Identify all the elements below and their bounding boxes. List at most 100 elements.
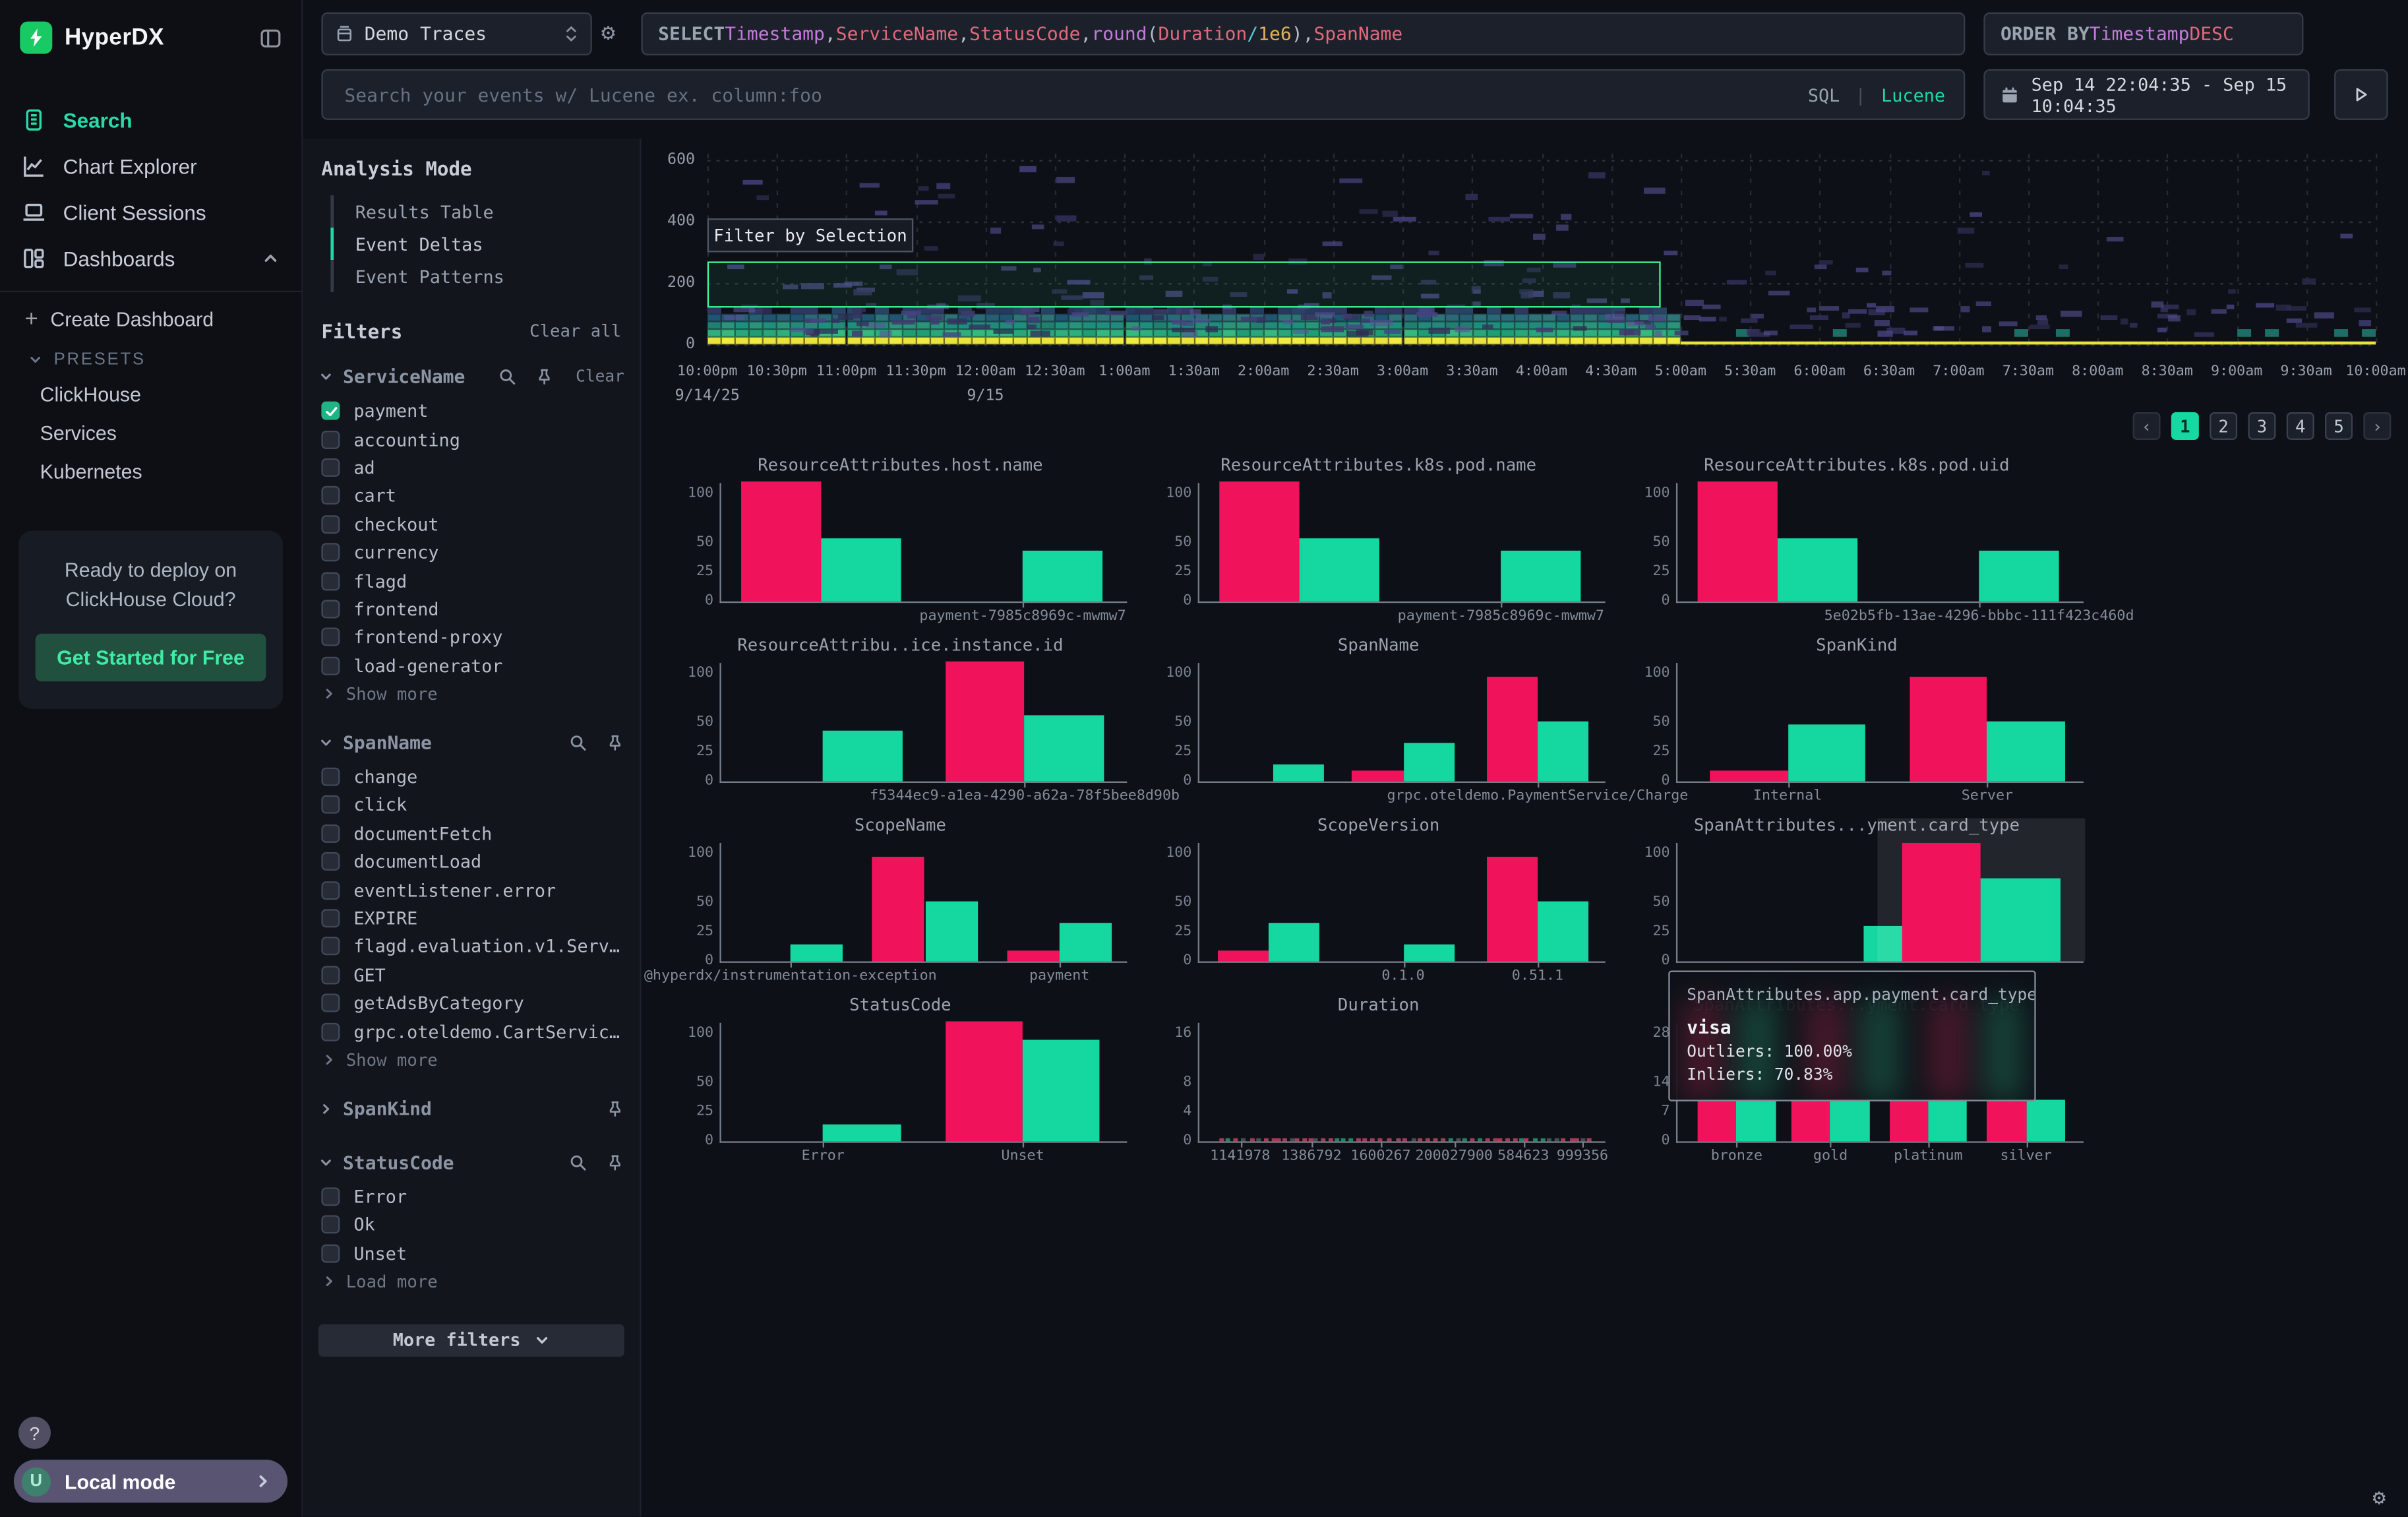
page-button-4[interactable]: 4 <box>2287 412 2314 440</box>
filter-option-expire[interactable]: EXPIRE <box>318 904 624 933</box>
inlier-bar[interactable] <box>1501 551 1580 601</box>
outlier-bar[interactable] <box>1910 676 1987 781</box>
checkbox[interactable] <box>321 1187 340 1206</box>
outlier-bar[interactable] <box>1791 1099 1830 1141</box>
create-dashboard-button[interactable]: + Create Dashboard <box>0 292 301 337</box>
pin-icon[interactable] <box>535 367 554 386</box>
page-button-3[interactable]: 3 <box>2248 412 2275 440</box>
outlier-bar[interactable] <box>946 1022 1023 1142</box>
filter-option-cart[interactable]: cart <box>318 481 624 510</box>
pin-icon[interactable] <box>606 733 624 752</box>
analysis-mode-event-patterns[interactable]: Event Patterns <box>330 260 624 292</box>
load-more-button[interactable]: Load more <box>318 1268 624 1297</box>
inlier-bar[interactable] <box>1737 1099 1776 1141</box>
pin-icon[interactable] <box>606 1099 624 1118</box>
inlier-bar[interactable] <box>1403 743 1454 781</box>
get-started-button[interactable]: Get Started for Free <box>36 634 266 681</box>
checkbox[interactable] <box>321 994 340 1012</box>
outlier-bar[interactable] <box>1487 856 1538 961</box>
search-icon[interactable] <box>498 367 517 386</box>
lang-toggle-lucene[interactable]: Lucene <box>1881 84 1945 106</box>
filter-by-selection-button[interactable]: Filter by Selection <box>707 218 913 252</box>
events-heatmap[interactable]: 6004002000Filter by Selection <box>707 154 2376 351</box>
sidebar-item-search[interactable]: Search <box>0 97 301 143</box>
sql-select-input[interactable]: SELECT Timestamp, ServiceName, StatusCod… <box>641 13 1965 55</box>
chart-plot[interactable]: 10050250payment-7985c8969c-mwmw7 <box>1198 483 1606 603</box>
checkbox[interactable] <box>321 881 340 899</box>
filter-option-frontend[interactable]: frontend <box>318 595 624 623</box>
checkbox[interactable] <box>321 796 340 815</box>
filter-option-payment[interactable]: payment <box>318 397 624 425</box>
outlier-bar[interactable] <box>1710 770 1788 781</box>
outlier-bar[interactable] <box>1487 676 1538 781</box>
checkbox[interactable] <box>321 853 340 871</box>
outlier-bar[interactable] <box>742 481 822 602</box>
filter-option-documentfetch[interactable]: documentFetch <box>318 819 624 848</box>
filter-option-eventlistener.error[interactable]: eventListener.error <box>318 876 624 904</box>
preset-item-kubernetes[interactable]: Kubernetes <box>0 452 301 491</box>
checkbox-checked[interactable] <box>321 402 340 420</box>
outlier-bar[interactable] <box>1698 1099 1737 1141</box>
run-query-button[interactable] <box>2334 69 2388 120</box>
page-button-1[interactable]: 1 <box>2171 412 2199 440</box>
chart-plot[interactable]: 10050250payment-7985c8969c-mwmw7 <box>719 483 1127 603</box>
sidebar-item-dashboards[interactable]: Dashboards <box>0 235 301 282</box>
chart-plot[interactable]: 10050250grpc.oteldemo.PaymentService/Cha… <box>1198 663 1606 783</box>
filter-option-documentload[interactable]: documentLoad <box>318 848 624 876</box>
inlier-bar[interactable] <box>1025 716 1104 782</box>
outlier-bar[interactable] <box>1902 844 1981 962</box>
checkbox[interactable] <box>321 515 340 534</box>
filter-option-frontend-proxy[interactable]: frontend-proxy <box>318 623 624 652</box>
order-by-input[interactable]: ORDER BY Timestamp DESC <box>1983 13 2303 55</box>
outlier-bar[interactable] <box>1218 950 1269 961</box>
checkbox[interactable] <box>321 909 340 927</box>
checkbox[interactable] <box>321 1022 340 1041</box>
presets-toggle[interactable]: PRESETS <box>0 337 301 375</box>
filter-option-error[interactable]: Error <box>318 1183 624 1211</box>
outlier-bar[interactable] <box>1987 1099 2026 1141</box>
filter-option-currency[interactable]: currency <box>318 538 624 567</box>
inlier-bar[interactable] <box>1778 538 1857 602</box>
inlier-bar[interactable] <box>925 900 978 961</box>
inlier-bar[interactable] <box>1299 538 1379 602</box>
inlier-bar[interactable] <box>1788 725 1865 781</box>
filter-option-ad[interactable]: ad <box>318 453 624 481</box>
search-icon[interactable] <box>569 1154 587 1172</box>
checkbox[interactable] <box>321 571 340 590</box>
inlier-bar[interactable] <box>1023 1040 1100 1141</box>
filter-option-getadsbycategory[interactable]: getAdsByCategory <box>318 989 624 1018</box>
sidebar-collapse-icon[interactable] <box>258 25 283 49</box>
help-button[interactable]: ? <box>18 1417 51 1449</box>
filter-option-accounting[interactable]: accounting <box>318 425 624 454</box>
analysis-mode-event-deltas[interactable]: Event Deltas <box>330 228 624 260</box>
search-icon[interactable] <box>569 733 587 752</box>
outlier-bar[interactable] <box>1890 1099 1929 1141</box>
inlier-bar[interactable] <box>1981 878 2061 961</box>
inlier-bar[interactable] <box>1538 900 1588 961</box>
checkbox[interactable] <box>321 1244 340 1262</box>
checkbox[interactable] <box>321 937 340 956</box>
lang-toggle-sql[interactable]: SQL <box>1808 84 1840 106</box>
filter-group-header-statuscode[interactable]: StatusCode <box>318 1142 624 1183</box>
more-filters-button[interactable]: More filters <box>318 1324 624 1357</box>
chart-plot[interactable]: 100502500.1.00.51.1 <box>1198 843 1606 963</box>
checkbox[interactable] <box>321 966 340 984</box>
page-next-button[interactable]: › <box>2363 412 2391 440</box>
outlier-bar[interactable] <box>1352 770 1403 781</box>
checkbox[interactable] <box>321 768 340 786</box>
inlier-bar[interactable] <box>1269 923 1319 961</box>
checkbox[interactable] <box>321 430 340 449</box>
outlier-bar[interactable] <box>1220 481 1300 602</box>
checkbox[interactable] <box>321 628 340 646</box>
outlier-bar[interactable] <box>1698 481 1778 602</box>
page-prev-button[interactable]: ‹ <box>2133 412 2161 440</box>
filter-option-change[interactable]: change <box>318 762 624 791</box>
inlier-bar[interactable] <box>1273 764 1323 782</box>
inlier-bar[interactable] <box>1060 923 1112 961</box>
show-more-button[interactable]: Show more <box>318 680 624 709</box>
inlier-bar[interactable] <box>1928 1099 1967 1141</box>
filter-option-get[interactable]: GET <box>318 961 624 989</box>
inlier-bar[interactable] <box>821 538 901 602</box>
clear-filter-button[interactable]: Clear <box>576 367 624 386</box>
inlier-bar[interactable] <box>1987 721 2064 782</box>
